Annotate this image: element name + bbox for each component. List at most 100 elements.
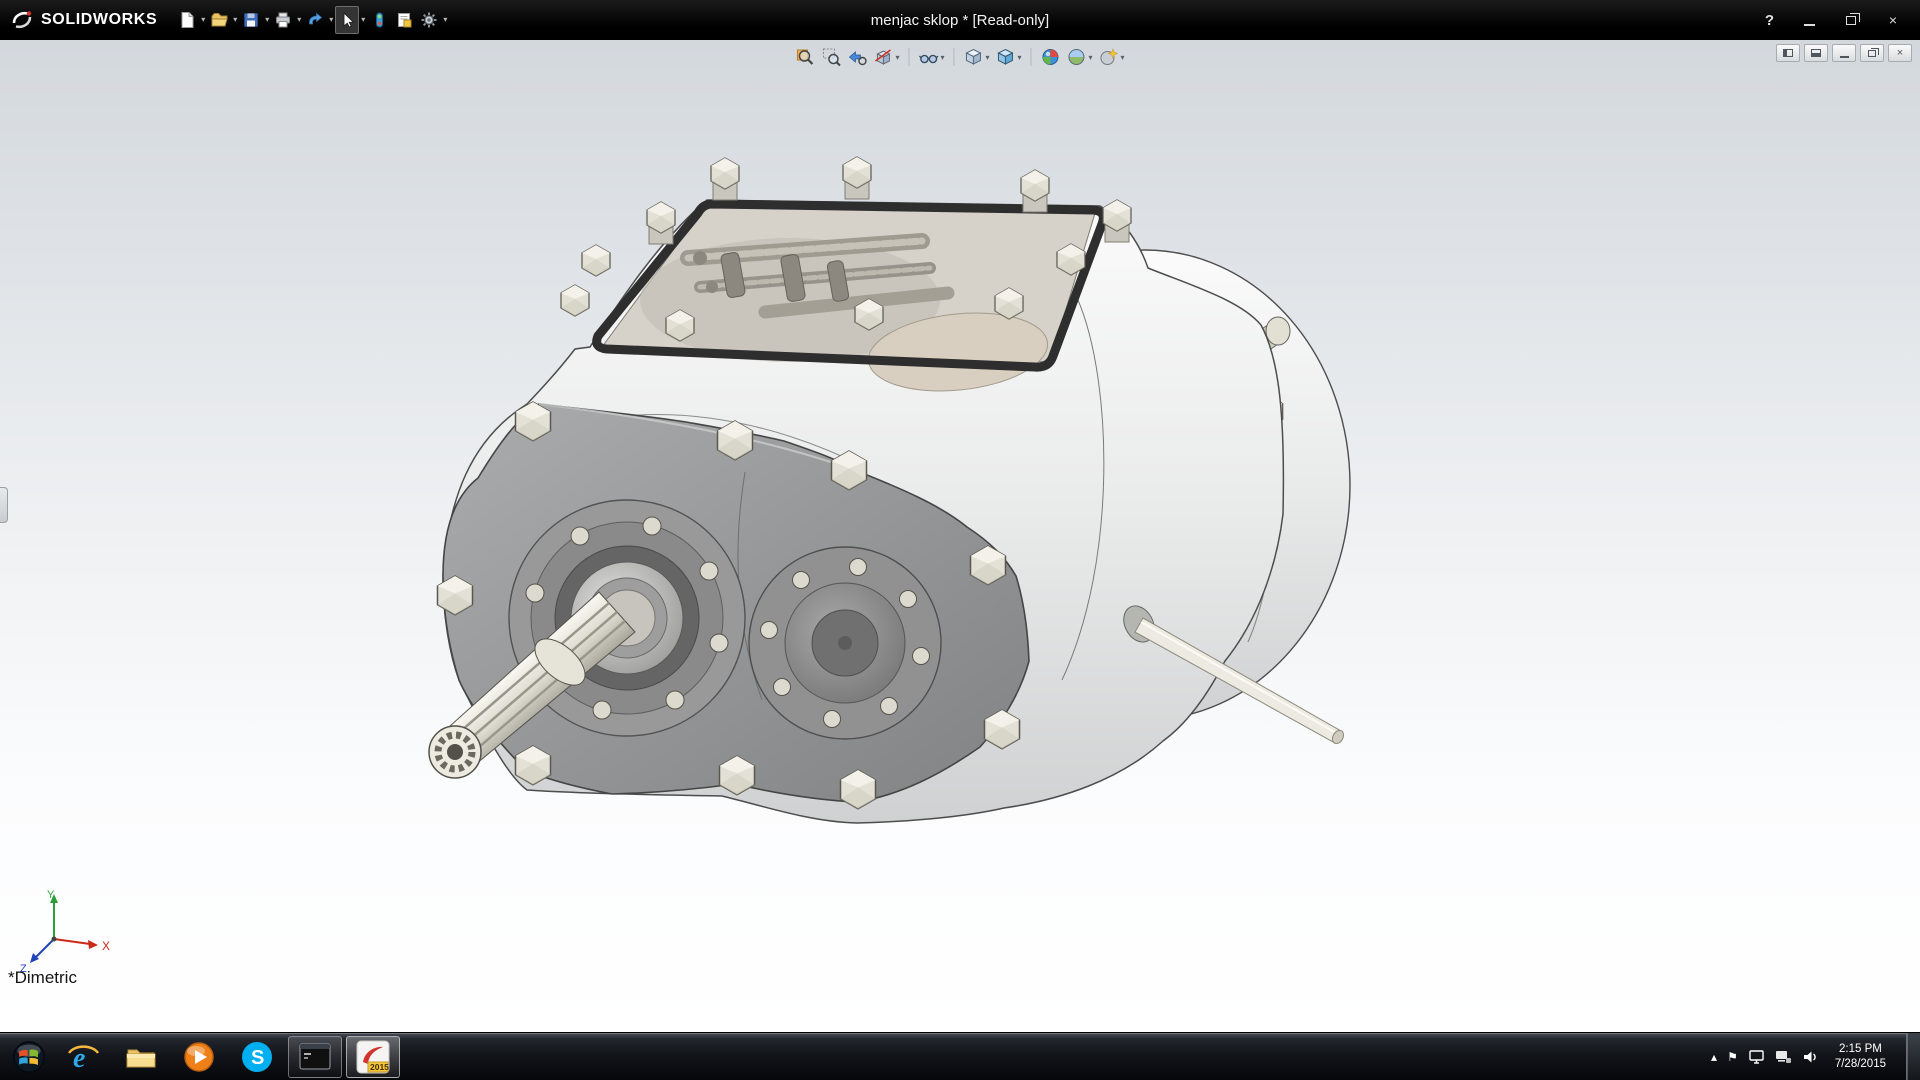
volume-icon[interactable] — [1802, 1049, 1819, 1065]
restore-icon — [1868, 50, 1876, 57]
select-dropdown[interactable]: ▾ — [360, 16, 366, 24]
taskbar-item-solidworks[interactable]: 2015 — [346, 1036, 400, 1078]
print-dropdown[interactable]: ▾ — [296, 16, 302, 24]
document-close-button[interactable]: × — [1888, 44, 1912, 62]
file-properties-icon — [395, 11, 413, 29]
rebuild-icon — [370, 11, 388, 29]
graphics-viewport[interactable]: ▾ ▾ ▾ ▾ — [0, 40, 1920, 1032]
gearbox-model[interactable] — [0, 40, 1920, 1032]
taskbar-item-command-prompt[interactable] — [288, 1036, 342, 1078]
show-hidden-icons-button[interactable]: ▴ — [1711, 1051, 1717, 1063]
edit-appearance-icon — [1041, 47, 1061, 67]
window-restore-button[interactable] — [1838, 11, 1864, 29]
select-pane-button[interactable] — [1776, 44, 1800, 62]
zoom-to-fit-icon — [795, 47, 815, 67]
new-document-button[interactable] — [175, 6, 199, 34]
section-view-button[interactable]: ▾ — [872, 46, 900, 68]
select-button[interactable] — [335, 6, 359, 34]
window-close-button[interactable]: × — [1880, 11, 1906, 29]
section-view-dropdown[interactable]: ▾ — [895, 53, 899, 62]
help-button[interactable]: ? — [1759, 11, 1780, 30]
undo-dropdown[interactable]: ▾ — [328, 16, 334, 24]
taskbar-item-internet-explorer[interactable]: e — [56, 1036, 110, 1078]
split-pane-button[interactable] — [1804, 44, 1828, 62]
pc-display-icon[interactable] — [1748, 1049, 1765, 1065]
print-icon — [274, 11, 292, 29]
show-desktop-button[interactable] — [1906, 1033, 1920, 1080]
open-button[interactable] — [207, 6, 231, 34]
view-settings-button[interactable]: ▾ — [1098, 46, 1126, 68]
system-tray: ▴ ⚑ 2:15 PM 7/28/2015 — [1711, 1033, 1920, 1080]
solidworks-logo: SOLIDWORKS — [0, 8, 175, 32]
titlebar: SOLIDWORKS ▾ ▾ ▾ ▾ — [0, 0, 1920, 40]
taskbar-item-media-player[interactable] — [172, 1036, 226, 1078]
apply-scene-dropdown[interactable]: ▾ — [1089, 53, 1093, 62]
output-bearing-cover[interactable] — [749, 547, 941, 739]
folder-icon — [124, 1040, 158, 1074]
open-dropdown[interactable]: ▾ — [232, 16, 238, 24]
zoom-to-area-button[interactable] — [820, 46, 842, 68]
new-document-icon — [178, 11, 196, 29]
view-settings-icon — [1099, 47, 1119, 67]
document-minimize-button[interactable] — [1832, 44, 1856, 62]
taskbar: e S — [0, 1032, 1920, 1080]
orientation-triad: Y X Z — [16, 884, 126, 974]
view-settings-dropdown[interactable]: ▾ — [1121, 53, 1125, 62]
apply-scene-icon — [1067, 47, 1087, 67]
edit-appearance-button[interactable] — [1040, 46, 1062, 68]
split-pane-icon — [1811, 49, 1821, 57]
print-button[interactable] — [271, 6, 295, 34]
previous-view-button[interactable] — [846, 46, 868, 68]
pane-icon — [1783, 49, 1793, 57]
clock-time: 2:15 PM — [1835, 1042, 1886, 1057]
open-folder-icon — [210, 11, 228, 29]
apply-scene-button[interactable]: ▾ — [1066, 46, 1094, 68]
hide-show-items-dropdown[interactable]: ▾ — [940, 53, 944, 62]
save-button[interactable] — [239, 6, 263, 34]
rebuild-button[interactable] — [367, 6, 391, 34]
taskbar-items: e S — [56, 1036, 400, 1078]
media-player-icon — [182, 1040, 216, 1074]
toolbar-separator — [953, 48, 954, 66]
logo-text: SOLIDWORKS — [41, 11, 157, 29]
display-style-button[interactable]: ▾ — [995, 46, 1023, 68]
file-properties-button[interactable] — [392, 6, 416, 34]
display-style-dropdown[interactable]: ▾ — [1018, 53, 1022, 62]
save-dropdown[interactable]: ▾ — [264, 16, 270, 24]
zoom-to-fit-button[interactable] — [794, 46, 816, 68]
window-minimize-button[interactable] — [1796, 11, 1822, 29]
taskbar-item-windows-explorer[interactable] — [114, 1036, 168, 1078]
options-button[interactable] — [417, 6, 441, 34]
options-gear-icon — [420, 11, 438, 29]
minimize-icon — [1840, 56, 1849, 58]
select-cursor-icon — [338, 11, 356, 29]
taskbar-item-skype[interactable]: S — [230, 1036, 284, 1078]
options-dropdown[interactable]: ▾ — [442, 16, 448, 24]
view-orientation-dropdown[interactable]: ▾ — [985, 53, 989, 62]
command-prompt-icon — [298, 1040, 332, 1074]
hide-show-items-icon — [918, 47, 938, 67]
undo-button[interactable] — [303, 6, 327, 34]
hide-show-items-button[interactable]: ▾ — [917, 46, 945, 68]
new-document-dropdown[interactable]: ▾ — [200, 16, 206, 24]
document-restore-button[interactable] — [1860, 44, 1884, 62]
view-orientation-label: *Dimetric — [8, 968, 77, 988]
start-button[interactable] — [6, 1034, 52, 1080]
restore-icon — [1846, 16, 1856, 25]
document-title: menjac sklop * [Read-only] — [871, 12, 1049, 29]
taskbar-clock[interactable]: 2:15 PM 7/28/2015 — [1829, 1042, 1892, 1072]
main-toolbar: ▾ ▾ ▾ ▾ ▾ ▾ — [175, 6, 448, 34]
display-icon — [1748, 1049, 1765, 1065]
skype-icon: S — [240, 1040, 274, 1074]
zoom-to-area-icon — [821, 47, 841, 67]
window-controls: ? × — [1759, 11, 1920, 30]
view-orientation-button[interactable]: ▾ — [962, 46, 990, 68]
network-icon-glyph — [1775, 1049, 1792, 1065]
heads-up-view-toolbar: ▾ ▾ ▾ ▾ — [794, 46, 1125, 68]
featuremanager-flyout-tab[interactable] — [0, 487, 8, 523]
network-icon[interactable] — [1775, 1049, 1792, 1065]
triad-x-label: X — [102, 939, 110, 953]
solidworks-logo-icon — [10, 8, 34, 32]
toolbar-separator — [1031, 48, 1032, 66]
action-center-flag-icon[interactable]: ⚑ — [1727, 1051, 1738, 1063]
